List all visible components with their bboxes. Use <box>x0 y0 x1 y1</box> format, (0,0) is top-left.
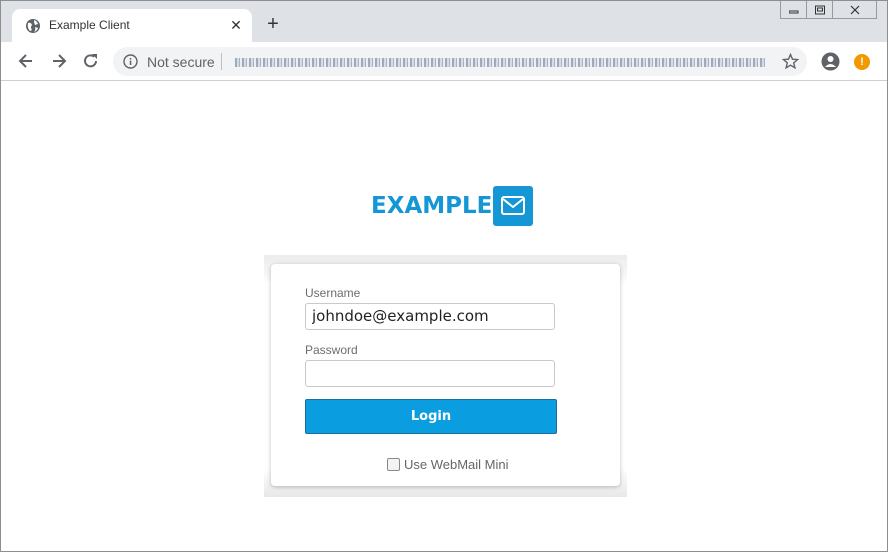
minimize-icon[interactable] <box>780 1 807 19</box>
back-icon[interactable] <box>16 51 36 71</box>
close-icon[interactable]: ✕ <box>228 17 244 33</box>
webmail-mini-checkbox[interactable] <box>387 458 400 471</box>
username-field[interactable] <box>305 303 555 330</box>
login-card: Username Password Login Use WebMail Mini <box>271 264 620 486</box>
password-field[interactable] <box>305 360 555 387</box>
security-status[interactable]: Not secure <box>147 54 215 70</box>
browser-toolbar: Not secure ! <box>1 42 887 81</box>
webmail-mini-label[interactable]: Use WebMail Mini <box>404 457 509 472</box>
address-bar[interactable]: Not secure <box>113 47 807 76</box>
webmail-mini-option[interactable]: Use WebMail Mini <box>387 457 509 472</box>
logo-text: EXAMPLE <box>371 192 493 219</box>
omnibox-divider <box>221 53 222 70</box>
tab-example-client[interactable]: Example Client ✕ <box>12 9 252 42</box>
plus-icon[interactable]: + <box>263 14 283 34</box>
tab-strip: Example Client ✕ + <box>1 1 887 42</box>
login-button[interactable]: Login <box>305 399 557 434</box>
username-label: Username <box>305 286 361 300</box>
window-close-icon[interactable] <box>832 1 877 19</box>
url-text-obscured[interactable] <box>235 58 765 67</box>
browser-window: Example Client ✕ + Not secure ! EXAMPLE … <box>0 0 888 552</box>
example-logo: EXAMPLE <box>371 185 534 226</box>
star-icon[interactable] <box>781 52 800 70</box>
password-label: Password <box>305 343 358 357</box>
reload-icon[interactable] <box>81 51 101 71</box>
page-content: EXAMPLE Username Password Login Use WebM… <box>1 81 887 551</box>
restore-icon[interactable] <box>806 1 833 19</box>
alert-icon[interactable]: ! <box>854 54 870 70</box>
info-icon[interactable] <box>123 54 138 69</box>
account-icon[interactable] <box>821 52 840 71</box>
forward-icon[interactable] <box>49 51 69 71</box>
tab-title: Example Client <box>49 18 130 32</box>
globe-icon <box>25 18 41 34</box>
mail-icon <box>493 185 534 226</box>
window-controls <box>780 1 877 19</box>
